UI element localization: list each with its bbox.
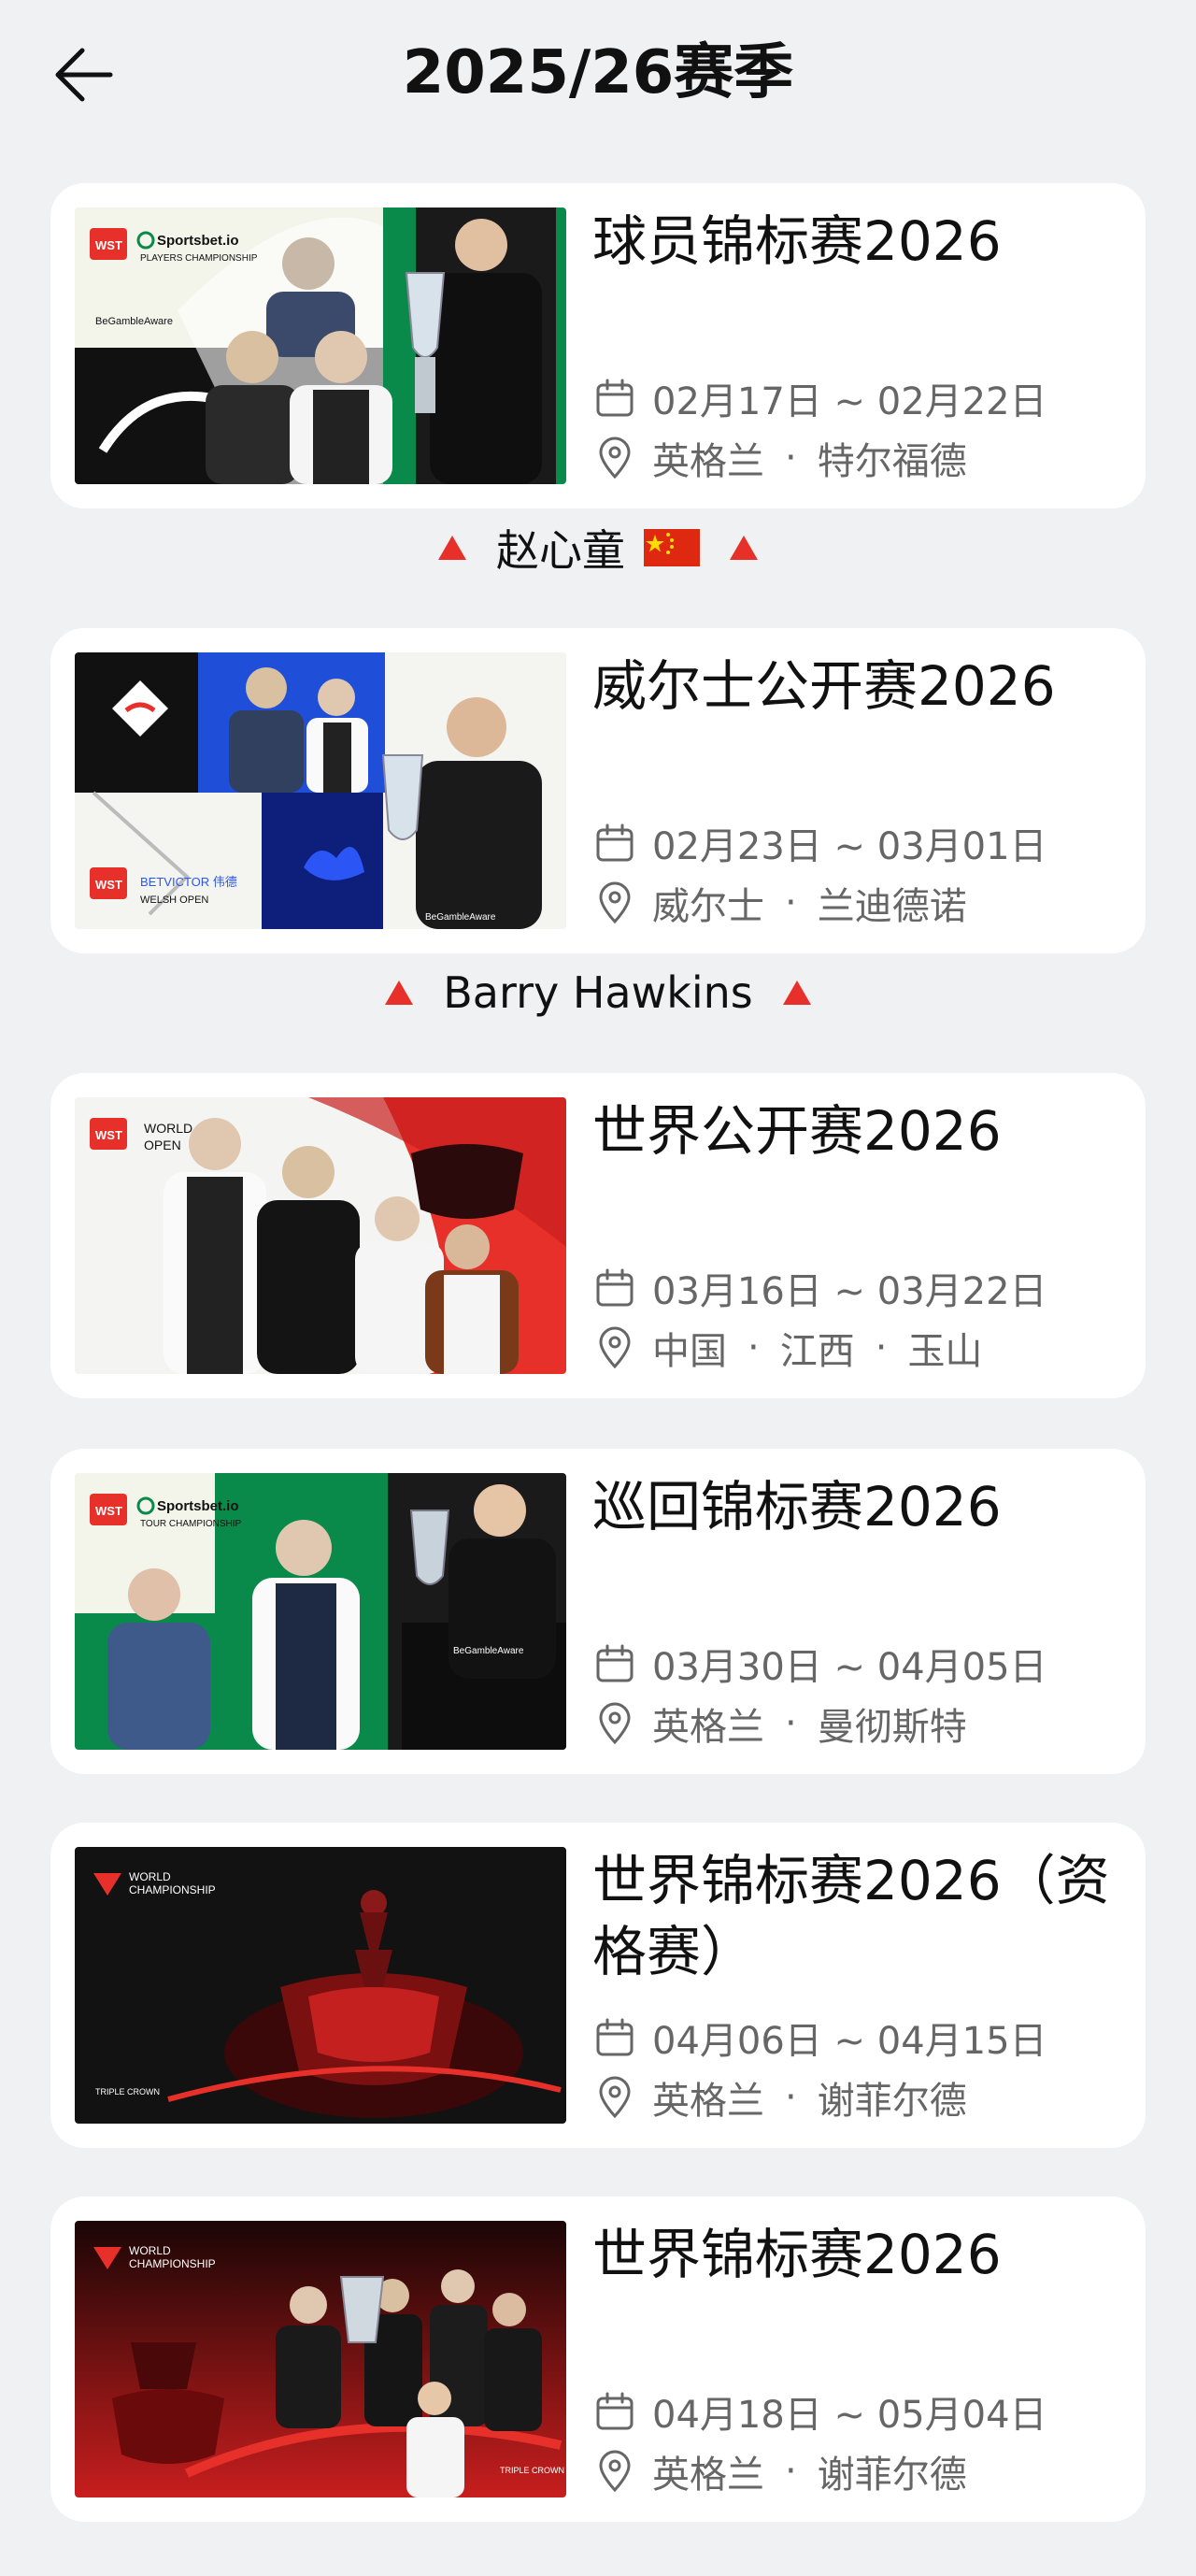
poster-tag: BeGambleAware (453, 1646, 524, 1656)
red-triangle-icon (438, 536, 466, 560)
event-date-row: 02月23日 ~ 03月01日 (592, 817, 1125, 869)
event-title: 巡回锦标赛2026 (592, 1475, 1002, 1538)
calendar-icon (592, 1641, 637, 1686)
event-date: 03月16日 ~ 03月22日 (652, 1270, 1047, 1313)
svg-text:WST: WST (95, 1128, 122, 1142)
event-card-tour-championship[interactable]: WST Sportsbet.io TOUR CHAMPIONSHIP BeGam… (50, 1449, 1146, 1774)
poster-subtitle: TOUR CHAMPIONSHIP (140, 1519, 241, 1529)
event-title: 威尔士公开赛2026 (592, 654, 1056, 718)
event-date: 02月17日 ~ 02月22日 (652, 380, 1047, 423)
poster-subtitle: CHAMPIONSHIP (129, 2257, 216, 2270)
event-location-row: 威尔士 · 兰迪德诺 (592, 877, 1125, 929)
event-title: 世界公开赛2026 (592, 1099, 1002, 1163)
event-date: 02月23日 ~ 03月01日 (652, 825, 1047, 868)
event-card-welsh-open[interactable]: WST BETVICTOR 伟德 WELSH OPEN BeGambleAwar… (50, 628, 1146, 953)
event-date-row: 03月30日 ~ 04月05日 (592, 1638, 1125, 1690)
poster-subtitle: OPEN (144, 1138, 181, 1152)
poster-brand: WORLD (129, 2244, 171, 2257)
event-poster: WORLD CHAMPIONSHIP TRIPLE CROWN (75, 2221, 566, 2497)
location-part: 威尔士 (652, 885, 764, 928)
location-part: 英格兰 (652, 2080, 764, 2123)
location-pin-icon (592, 1325, 637, 1370)
winner-name: 赵心童 (496, 525, 625, 576)
event-card-players-championship[interactable]: WST Sportsbet.io PLAYERS CHAMPIONSHIP Be… (50, 183, 1146, 508)
event-winner: 赵心童 (0, 514, 1196, 581)
event-card-world-championship-qualifiers[interactable]: WORLD CHAMPIONSHIP TRIPLE CROWN 世界锦标赛202… (50, 1823, 1146, 2148)
location-part: 兰迪德诺 (817, 885, 967, 928)
location-part: 谢菲尔德 (817, 2080, 967, 2123)
calendar-icon (592, 2015, 637, 2060)
poster-brand: WORLD (144, 1121, 192, 1136)
svg-text:WST: WST (95, 238, 122, 252)
event-date-row: 04月18日 ~ 05月04日 (592, 2385, 1125, 2438)
event-date: 04月18日 ~ 05月04日 (652, 2394, 1047, 2437)
location-pin-icon (592, 436, 637, 480)
event-poster: WST WORLD OPEN (75, 1097, 566, 1374)
calendar-icon (592, 376, 637, 421)
red-triangle-icon (730, 536, 758, 560)
location-pin-icon (592, 2449, 637, 2494)
event-date: 04月06日 ~ 04月15日 (652, 2020, 1047, 2063)
event-title: 世界锦标赛2026 (592, 2223, 1002, 2286)
location-part: 英格兰 (652, 2454, 764, 2497)
location-part: 玉山 (907, 1330, 983, 1373)
poster-subtitle: WELSH OPEN (140, 894, 208, 906)
event-location-row: 英格兰 · 特尔福德 (592, 432, 1125, 484)
svg-text:WST: WST (95, 1504, 122, 1518)
event-winner: Barry Hawkins (0, 959, 1196, 1026)
location-part: 曼彻斯特 (817, 1706, 967, 1749)
location-part: 中国 (652, 1330, 727, 1373)
poster-subtitle: PLAYERS CHAMPIONSHIP (140, 253, 258, 264)
event-poster: WST Sportsbet.io TOUR CHAMPIONSHIP BeGam… (75, 1473, 566, 1750)
china-flag-icon (644, 529, 700, 566)
location-part: 英格兰 (652, 440, 764, 483)
header: 2025/26赛季 (0, 0, 1196, 150)
location-part: 特尔福德 (817, 440, 967, 483)
poster-brand: Sportsbet.io (157, 233, 239, 249)
poster-brand: BETVICTOR 伟德 (140, 875, 237, 889)
location-pin-icon (592, 880, 637, 925)
event-poster: WST Sportsbet.io PLAYERS CHAMPIONSHIP Be… (75, 208, 566, 484)
event-poster: WORLD CHAMPIONSHIP TRIPLE CROWN (75, 1847, 566, 2124)
event-poster: WST BETVICTOR 伟德 WELSH OPEN BeGambleAwar… (75, 652, 566, 929)
svg-text:WST: WST (95, 878, 122, 892)
poster-tag: TRIPLE CROWN (500, 2466, 564, 2475)
event-date: 03月30日 ~ 04月05日 (652, 1646, 1047, 1689)
event-date-row: 02月17日 ~ 02月22日 (592, 372, 1125, 424)
location-pin-icon (592, 1701, 637, 1746)
poster-subtitle: CHAMPIONSHIP (129, 1883, 216, 1896)
poster-brand: Sportsbet.io (157, 1498, 239, 1514)
location-pin-icon (592, 2075, 637, 2120)
event-card-world-championship[interactable]: WORLD CHAMPIONSHIP TRIPLE CROWN 世界锦标赛202… (50, 2197, 1146, 2522)
event-date-row: 03月16日 ~ 03月22日 (592, 1262, 1125, 1314)
location-part: 谢菲尔德 (817, 2454, 967, 2497)
poster-tag: TRIPLE CROWN (95, 2087, 160, 2097)
page-title: 2025/26赛季 (402, 38, 794, 107)
poster-brand: WORLD (129, 1870, 171, 1883)
location-part: 江西 (779, 1330, 855, 1373)
poster-tag: BeGambleAware (425, 912, 496, 923)
event-location-row: 中国 · 江西 · 玉山 (592, 1322, 1125, 1374)
event-location-row: 英格兰 · 谢菲尔德 (592, 2445, 1125, 2497)
winner-name: Barry Hawkins (443, 967, 753, 1018)
event-location-row: 英格兰 · 曼彻斯特 (592, 1697, 1125, 1750)
event-card-world-open[interactable]: WST WORLD OPEN 世界公开赛2026 03月16日 ~ 03月22日… (50, 1073, 1146, 1398)
calendar-icon (592, 2389, 637, 2434)
calendar-icon (592, 821, 637, 866)
event-date-row: 04月06日 ~ 04月15日 (592, 2011, 1125, 2064)
event-title: 世界锦标赛2026（资格赛） (592, 1849, 1110, 1983)
location-part: 英格兰 (652, 1706, 764, 1749)
red-triangle-icon (782, 980, 811, 1005)
poster-tag: BeGambleAware (95, 316, 173, 327)
event-location-row: 英格兰 · 谢菲尔德 (592, 2071, 1125, 2124)
event-title: 球员锦标赛2026 (592, 209, 1002, 273)
red-triangle-icon (385, 980, 414, 1005)
calendar-icon (592, 1266, 637, 1310)
